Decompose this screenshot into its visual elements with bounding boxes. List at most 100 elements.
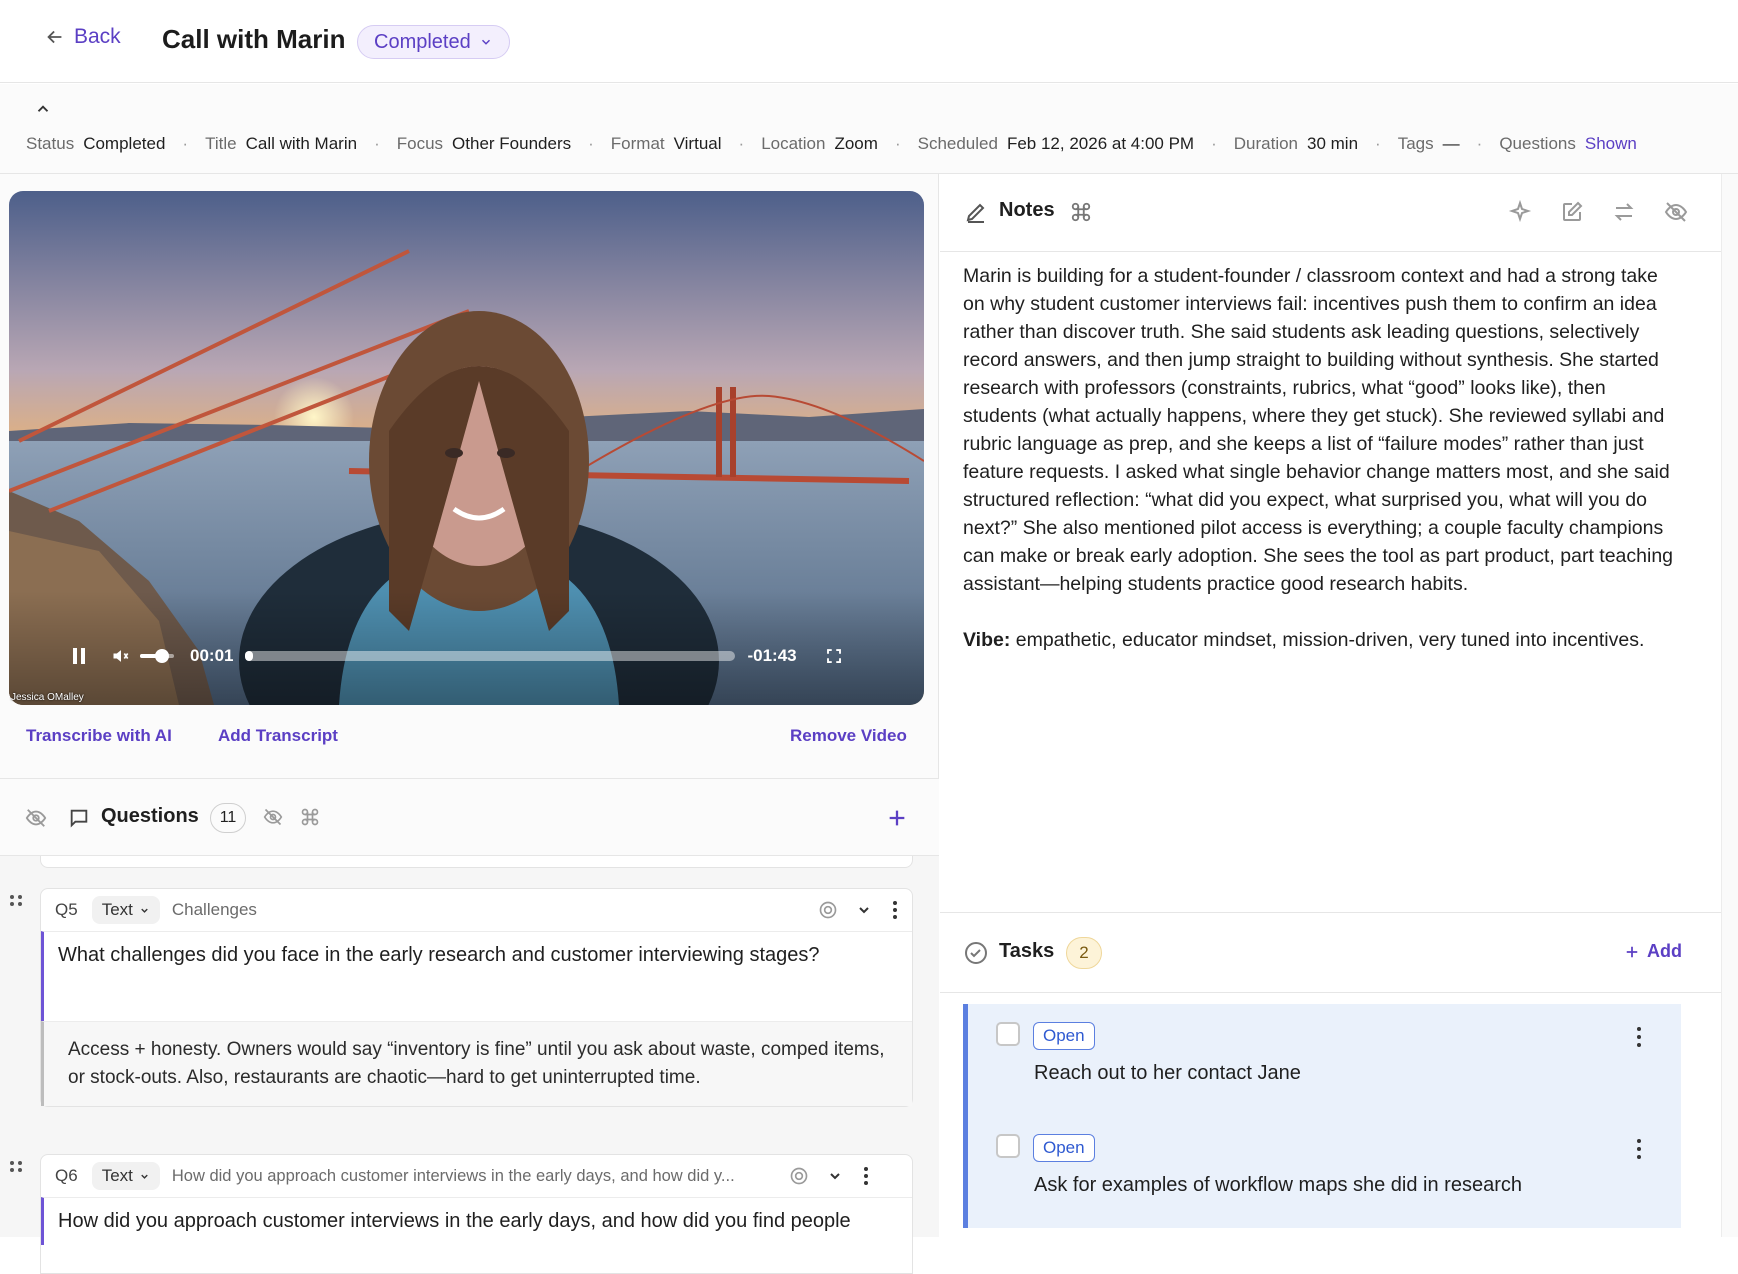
drag-handle-icon[interactable] bbox=[9, 894, 23, 908]
question-type: Text bbox=[101, 1166, 133, 1185]
eye-off-icon[interactable] bbox=[24, 807, 48, 829]
task-checkbox[interactable] bbox=[996, 1022, 1020, 1046]
meta-value-location: Zoom bbox=[834, 134, 878, 153]
question-number: Q5 bbox=[55, 900, 78, 919]
questions-title: Questions bbox=[101, 805, 199, 827]
time-elapsed: 00:01 bbox=[190, 646, 234, 665]
notes-content[interactable]: Marin is building for a student-founder … bbox=[963, 262, 1681, 654]
remove-video-link[interactable]: Remove Video bbox=[790, 726, 907, 746]
fullscreen-icon[interactable] bbox=[825, 647, 843, 665]
target-icon[interactable] bbox=[789, 1166, 809, 1186]
task-text[interactable]: Reach out to her contact Jane bbox=[1034, 1062, 1301, 1085]
meta-label: Duration bbox=[1233, 134, 1299, 153]
check-circle-icon bbox=[965, 942, 987, 964]
chevron-down-icon bbox=[141, 1174, 148, 1179]
kebab-menu-icon[interactable] bbox=[863, 1166, 869, 1186]
answer-text[interactable]: Access + honesty. Owners would say “inve… bbox=[41, 1021, 912, 1106]
task-status-badge[interactable]: Open bbox=[1033, 1134, 1095, 1162]
kebab-menu-icon[interactable] bbox=[1636, 1026, 1642, 1048]
meta-value-scheduled: Feb 12, 2026 at 4:00 PM bbox=[1006, 134, 1195, 153]
video-controls: 00:01 -01:43 bbox=[60, 638, 870, 674]
meta-separator: · bbox=[182, 134, 189, 153]
video-player[interactable] bbox=[9, 191, 924, 705]
chevron-down-icon[interactable] bbox=[856, 902, 872, 918]
volume-knob[interactable] bbox=[155, 649, 169, 663]
time-remaining: -01:43 bbox=[747, 646, 797, 665]
plus-icon[interactable] bbox=[886, 807, 908, 829]
meta-separator: · bbox=[588, 134, 594, 153]
meta-label: Title bbox=[205, 134, 237, 153]
meta-label: Scheduled bbox=[917, 134, 998, 153]
question-number: Q6 bbox=[55, 1166, 78, 1185]
previous-card-edge bbox=[40, 856, 913, 868]
task-text[interactable]: Ask for examples of workflow maps she di… bbox=[1034, 1174, 1522, 1197]
meta-label: Questions bbox=[1499, 134, 1576, 153]
tasks-header: Tasks 2 Add bbox=[940, 913, 1721, 993]
add-transcript-link[interactable]: Add Transcript bbox=[218, 726, 338, 746]
meta-label: Tags bbox=[1397, 134, 1434, 153]
drag-handle-icon[interactable] bbox=[9, 1160, 23, 1174]
meta-separator: · bbox=[738, 134, 745, 153]
swap-icon[interactable] bbox=[1612, 200, 1636, 224]
task-item[interactable]: Open Ask for examples of workflow maps s… bbox=[968, 1116, 1686, 1216]
task-checkbox[interactable] bbox=[996, 1134, 1020, 1158]
notes-scrollbar[interactable] bbox=[1721, 174, 1738, 1237]
video-caption: Jessica OMalley bbox=[11, 692, 84, 703]
command-icon[interactable] bbox=[1070, 201, 1092, 223]
question-tag: How did you approach customer interviews… bbox=[171, 1166, 735, 1185]
question-card: Q5 Text Challenges What challenges did y… bbox=[40, 888, 913, 1107]
vibe-label: Vibe: bbox=[963, 629, 1011, 651]
meta-row: Status Completed · Title Call with Marin · Foc… bbox=[26, 134, 1637, 154]
edit-icon[interactable] bbox=[1560, 200, 1584, 224]
target-icon[interactable] bbox=[818, 900, 838, 920]
tasks-title: Tasks bbox=[999, 940, 1055, 962]
top-bar: Back Call with Marin Completed bbox=[0, 0, 1738, 83]
meta-separator: · bbox=[1211, 134, 1217, 153]
kebab-menu-icon[interactable] bbox=[892, 900, 898, 920]
tasks-list: Open Reach out to her contact Jane Open … bbox=[963, 1004, 1681, 1228]
sparkles-icon[interactable] bbox=[1508, 200, 1532, 224]
volume-icon[interactable] bbox=[110, 646, 132, 666]
vibe-text: empathetic, educator mindset, mission-dr… bbox=[1010, 629, 1645, 651]
question-meta-row: Q5 Text Challenges bbox=[41, 889, 912, 931]
task-status-badge[interactable]: Open bbox=[1033, 1022, 1095, 1050]
meta-panel bbox=[0, 84, 1738, 174]
volume-slider[interactable] bbox=[140, 649, 174, 663]
eye-off-icon[interactable] bbox=[1664, 200, 1688, 224]
notes-paragraph: Marin is building for a student-founder … bbox=[963, 265, 1674, 595]
transcribe-ai-link[interactable]: Transcribe with AI bbox=[26, 726, 172, 746]
seek-bar[interactable] bbox=[245, 651, 736, 661]
arrow-left-icon bbox=[47, 30, 62, 44]
plus-icon bbox=[1626, 946, 1638, 957]
notes-vibe: Vibe: empathetic, educator mindset, miss… bbox=[963, 626, 1681, 654]
add-task-button[interactable]: Add bbox=[1625, 941, 1682, 962]
meta-value-questions[interactable]: Shown bbox=[1585, 134, 1637, 154]
page-title: Call with Marin bbox=[162, 24, 346, 54]
question-text[interactable]: What challenges did you face in the earl… bbox=[41, 931, 912, 1021]
meta-value-focus: Other Founders bbox=[452, 134, 572, 153]
task-item[interactable]: Open Reach out to her contact Jane bbox=[968, 1004, 1686, 1104]
question-type-dropdown[interactable]: Text bbox=[91, 1162, 160, 1190]
notes-title: Notes bbox=[999, 199, 1055, 221]
add-task-label: Add bbox=[1647, 941, 1682, 961]
collapse-chevron-icon[interactable] bbox=[34, 100, 52, 118]
meta-value-format: Virtual bbox=[673, 134, 722, 153]
question-type-dropdown[interactable]: Text bbox=[91, 896, 160, 924]
question-card: Q6 Text How did you approach customer in… bbox=[40, 1154, 913, 1274]
notes-header: Notes bbox=[940, 174, 1721, 252]
question-text[interactable]: How did you approach customer interviews… bbox=[41, 1197, 912, 1245]
back-button[interactable]: Back bbox=[44, 25, 121, 49]
meta-separator: · bbox=[1375, 134, 1381, 153]
meta-separator: · bbox=[1476, 134, 1483, 153]
comment-icon bbox=[70, 809, 88, 828]
command-icon[interactable] bbox=[300, 807, 320, 827]
meta-value-tags: — bbox=[1442, 134, 1460, 153]
eye-off-icon[interactable] bbox=[262, 807, 284, 827]
kebab-menu-icon[interactable] bbox=[1636, 1138, 1642, 1160]
meta-label: Focus bbox=[396, 134, 444, 153]
question-meta-row: Q6 Text How did you approach customer in… bbox=[41, 1155, 912, 1197]
chevron-down-icon[interactable] bbox=[827, 1168, 843, 1184]
pause-icon[interactable] bbox=[70, 646, 88, 666]
meta-value-status: Completed bbox=[83, 134, 166, 153]
status-dropdown[interactable]: Completed bbox=[357, 25, 510, 59]
